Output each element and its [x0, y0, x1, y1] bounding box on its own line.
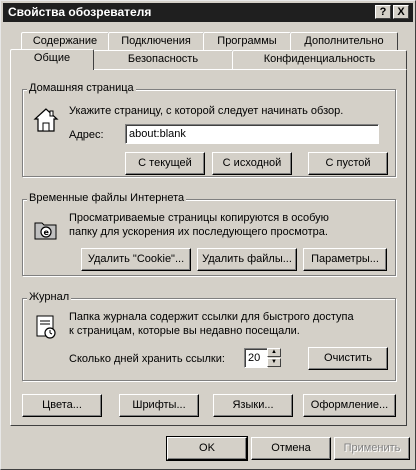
- address-label: Адрес:: [69, 129, 104, 141]
- cancel-button[interactable]: Отмена: [251, 437, 331, 460]
- svg-text:e: e: [44, 228, 50, 237]
- colors-button[interactable]: Цвета...: [22, 394, 102, 417]
- apply-button[interactable]: Применить: [334, 437, 410, 460]
- history-group: Журнал Папка журнала содержит ссылки для…: [22, 291, 396, 381]
- history-description-line2: к страницам, которые вы недавно посещали…: [69, 325, 300, 337]
- tab-programs[interactable]: Программы: [203, 32, 291, 51]
- ok-button[interactable]: OK: [166, 436, 248, 461]
- general-tab-panel: Домашняя страница Укажите страницу, с ко…: [10, 69, 407, 426]
- history-description-line1: Папка журнала содержит ссылки для быстро…: [69, 311, 354, 323]
- tab-advanced[interactable]: Дополнительно: [290, 32, 398, 51]
- use-blank-button[interactable]: С пустой: [308, 152, 388, 175]
- tab-privacy[interactable]: Конфиденциальность: [232, 50, 407, 69]
- tab-connections[interactable]: Подключения: [108, 32, 204, 51]
- temp-files-description-line1: Просматриваемые страницы копируются в ос…: [69, 212, 329, 224]
- tab-security[interactable]: Безопасность: [93, 50, 233, 69]
- internet-options-window: Свойства обозревателя ? X Содержание Под…: [0, 0, 416, 470]
- history-days-input[interactable]: 20: [244, 348, 268, 368]
- clear-history-button[interactable]: Очистить: [308, 347, 388, 370]
- use-current-button[interactable]: С текущей: [125, 152, 205, 175]
- address-input[interactable]: about:blank: [125, 124, 379, 144]
- history-days-up-button[interactable]: ▲: [267, 348, 281, 357]
- window-title: Свойства обозревателя: [8, 5, 152, 19]
- temp-files-group-label: Временные файлы Интернета: [27, 192, 187, 204]
- accessibility-button[interactable]: Оформление...: [303, 394, 396, 417]
- delete-files-button[interactable]: Удалить файлы...: [197, 248, 297, 271]
- temp-files-folder-icon: e: [34, 222, 57, 240]
- title-bar[interactable]: Свойства обозревателя ? X: [3, 3, 413, 22]
- fonts-button[interactable]: Шрифты...: [119, 394, 199, 417]
- home-icon: [33, 108, 59, 132]
- help-button[interactable]: ?: [375, 5, 391, 19]
- temp-files-description-line2: папку для ускорения их последующего прос…: [69, 226, 328, 238]
- home-page-group: Домашняя страница Укажите страницу, с ко…: [22, 82, 396, 177]
- history-days-down-button[interactable]: ▼: [267, 358, 281, 367]
- home-page-group-label: Домашняя страница: [27, 82, 136, 94]
- close-button[interactable]: X: [393, 5, 409, 19]
- temp-files-group: Временные файлы Интернета e Просматривае…: [22, 192, 396, 276]
- history-icon: [36, 315, 56, 339]
- history-days-label: Сколько дней хранить ссылки:: [69, 353, 225, 365]
- use-default-button[interactable]: С исходной: [212, 152, 292, 175]
- languages-button[interactable]: Языки...: [213, 394, 293, 417]
- temp-files-settings-button[interactable]: Параметры...: [303, 248, 387, 271]
- delete-cookies-button[interactable]: Удалить "Cookie"...: [81, 248, 191, 271]
- history-group-label: Журнал: [27, 291, 72, 303]
- tab-general[interactable]: Общие: [10, 49, 94, 70]
- home-page-description: Укажите страницу, с которой следует начи…: [69, 105, 344, 117]
